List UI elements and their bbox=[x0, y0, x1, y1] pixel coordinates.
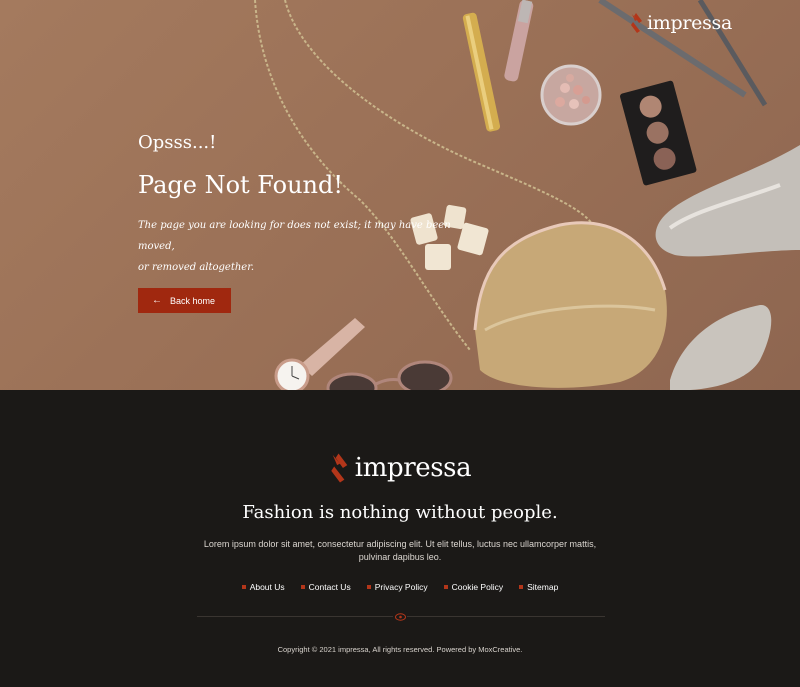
brand-name: impressa bbox=[646, 12, 732, 34]
bullet-icon bbox=[241, 585, 246, 589]
sequin-bag bbox=[475, 222, 667, 388]
footer-link-cookie[interactable]: Cookie Policy bbox=[443, 582, 503, 592]
error-description-line-2: or removed altogether. bbox=[138, 262, 255, 273]
footer-tagline: Fashion is nothing without people. bbox=[242, 502, 558, 523]
footer-brand-name: impressa bbox=[354, 453, 472, 483]
hero-section: impressa Opsss...! Page Not Found! The p… bbox=[0, 0, 800, 390]
divider-ornament bbox=[393, 611, 407, 622]
silver-shoe-bottom bbox=[670, 304, 772, 390]
eyeshadow-palette bbox=[620, 80, 697, 186]
header-logo[interactable]: impressa bbox=[630, 12, 732, 34]
error-description-line-1: The page you are looking for does not ex… bbox=[138, 220, 451, 252]
lipstick bbox=[462, 12, 501, 132]
error-eyebrow: Opsss...! bbox=[138, 132, 217, 153]
lip-gloss bbox=[504, 0, 534, 82]
copyright-text: Copyright © 2021 impressa, All rights re… bbox=[277, 645, 523, 654]
footer-nav: About Us Contact Us Privacy Policy Cooki… bbox=[0, 582, 800, 592]
footer-description: Lorem ipsum dolor sit amet, consectetur … bbox=[203, 539, 597, 562]
bullet-icon bbox=[300, 585, 305, 589]
footer-link-about[interactable]: About Us bbox=[241, 582, 285, 592]
logo-mark-icon bbox=[630, 13, 642, 33]
back-home-button[interactable]: ← Back home bbox=[138, 288, 231, 313]
error-description: The page you are looking for does not ex… bbox=[138, 215, 458, 278]
footer-link-privacy[interactable]: Privacy Policy bbox=[366, 582, 428, 592]
bullet-icon bbox=[443, 585, 448, 589]
footer-logo[interactable]: impressa bbox=[0, 452, 800, 484]
logo-mark-icon bbox=[331, 453, 348, 483]
page-title: Page Not Found! bbox=[138, 171, 344, 199]
site-footer: impressa Fashion is nothing without peop… bbox=[0, 390, 800, 687]
error-message-block: Opsss...! Page Not Found! The page you a… bbox=[138, 132, 458, 313]
bullet-icon bbox=[519, 585, 524, 589]
arrow-left-icon: ← bbox=[152, 295, 162, 306]
footer-link-contact[interactable]: Contact Us bbox=[300, 582, 351, 592]
back-home-label: Back home bbox=[170, 295, 216, 306]
bullet-icon bbox=[366, 585, 371, 589]
sunglasses bbox=[326, 360, 453, 390]
eye-icon bbox=[394, 612, 406, 621]
footer-link-sitemap[interactable]: Sitemap bbox=[519, 582, 558, 592]
